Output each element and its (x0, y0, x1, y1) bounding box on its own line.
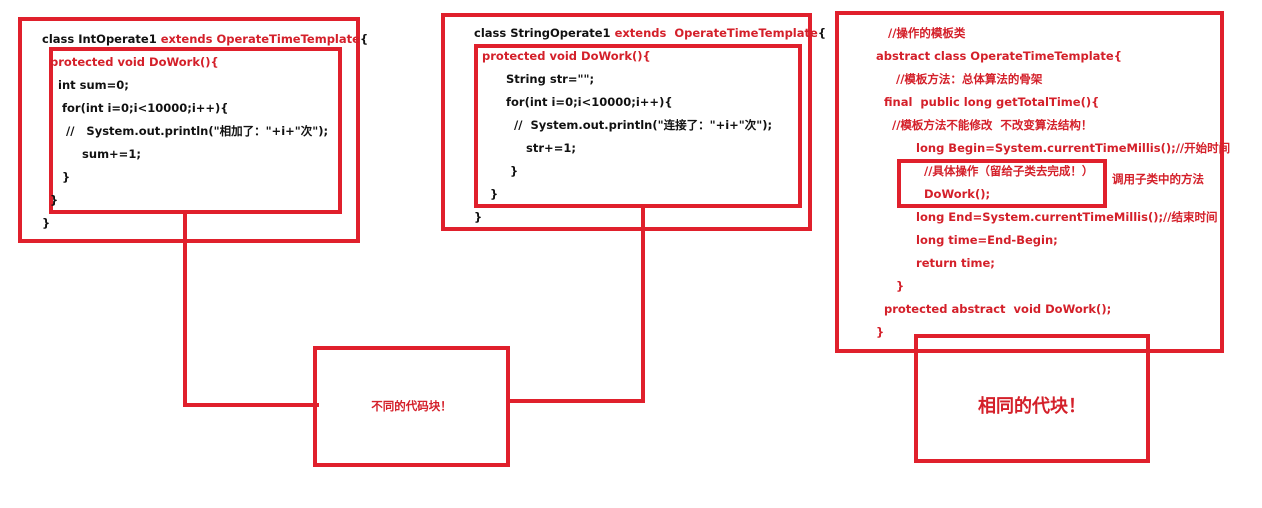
string-header-extends: extends OperateTimeTemplate (614, 26, 818, 40)
string-code-line: } (474, 187, 499, 201)
same-code-label: 相同的代块！ (978, 396, 1086, 417)
template-code-line: protected abstract void DoWork(); (876, 302, 1112, 316)
int-operate-code: class IntOperate1 extends OperateTimeTem… (42, 28, 368, 235)
connector-int-vertical (183, 212, 187, 406)
connector-string-horizontal (507, 399, 645, 403)
string-code-line: for(int i=0;i<10000;i++){ (474, 95, 673, 109)
int-code-line: } (42, 170, 71, 184)
string-header-class: class StringOperate1 (474, 26, 615, 40)
string-code-line: // System.out.println("连接了："+i+"次"); (474, 118, 773, 132)
template-inner-line: //具体操作（留给子类去完成！） (916, 164, 1094, 178)
connector-int-horizontal (183, 403, 319, 407)
int-code-line: for(int i=0;i<10000;i++){ (42, 101, 229, 115)
template-code-line: abstract class OperateTimeTemplate{ (876, 49, 1122, 63)
template-code-line: //操作的模板类 (876, 26, 966, 40)
string-code-line: String str=""; (474, 72, 595, 86)
int-code-line: int sum=0; (42, 78, 129, 92)
int-closing-brace: } (42, 216, 51, 230)
int-code-line: } (42, 193, 59, 207)
template-code-line: } (876, 279, 905, 293)
template-code-line: long End=System.currentTimeMillis();//结束… (876, 210, 1218, 224)
different-code-label: 不同的代码块！ (371, 399, 452, 413)
int-header-brace: { (359, 32, 369, 46)
template-code-line: final public long getTotalTime(){ (876, 95, 1100, 109)
int-code-line: sum+=1; (42, 147, 141, 161)
int-header-class: class IntOperate1 (42, 32, 161, 46)
template-code-line: long time=End-Begin; (876, 233, 1058, 247)
string-code-line: } (474, 164, 519, 178)
int-header-extends: extends OperateTimeTemplate (160, 32, 360, 46)
int-code-line: // System.out.println("相加了："+i+"次"); (42, 124, 329, 138)
string-method-signature: protected void DoWork(){ (482, 49, 651, 63)
template-inner-note: 调用子类中的方法 (1112, 172, 1204, 186)
connector-string-vertical (641, 207, 645, 403)
template-code-line: //模板方法不能修改 不改变算法结构！ (876, 118, 1093, 132)
string-closing-brace: } (474, 210, 483, 224)
template-inner-line: DoWork(); (916, 187, 991, 201)
string-header-brace: { (817, 26, 826, 40)
template-code-line: return time; (876, 256, 995, 270)
template-code-line: long Begin=System.currentTimeMillis();//… (876, 141, 1231, 155)
int-method-signature: protected void DoWork(){ (50, 55, 219, 69)
template-code-line: //模板方法：总体算法的骨架 (876, 72, 1043, 86)
string-operate-code: class StringOperate1 extends OperateTime… (474, 22, 826, 229)
template-code-line: } (876, 325, 885, 339)
string-code-line: str+=1; (474, 141, 576, 155)
